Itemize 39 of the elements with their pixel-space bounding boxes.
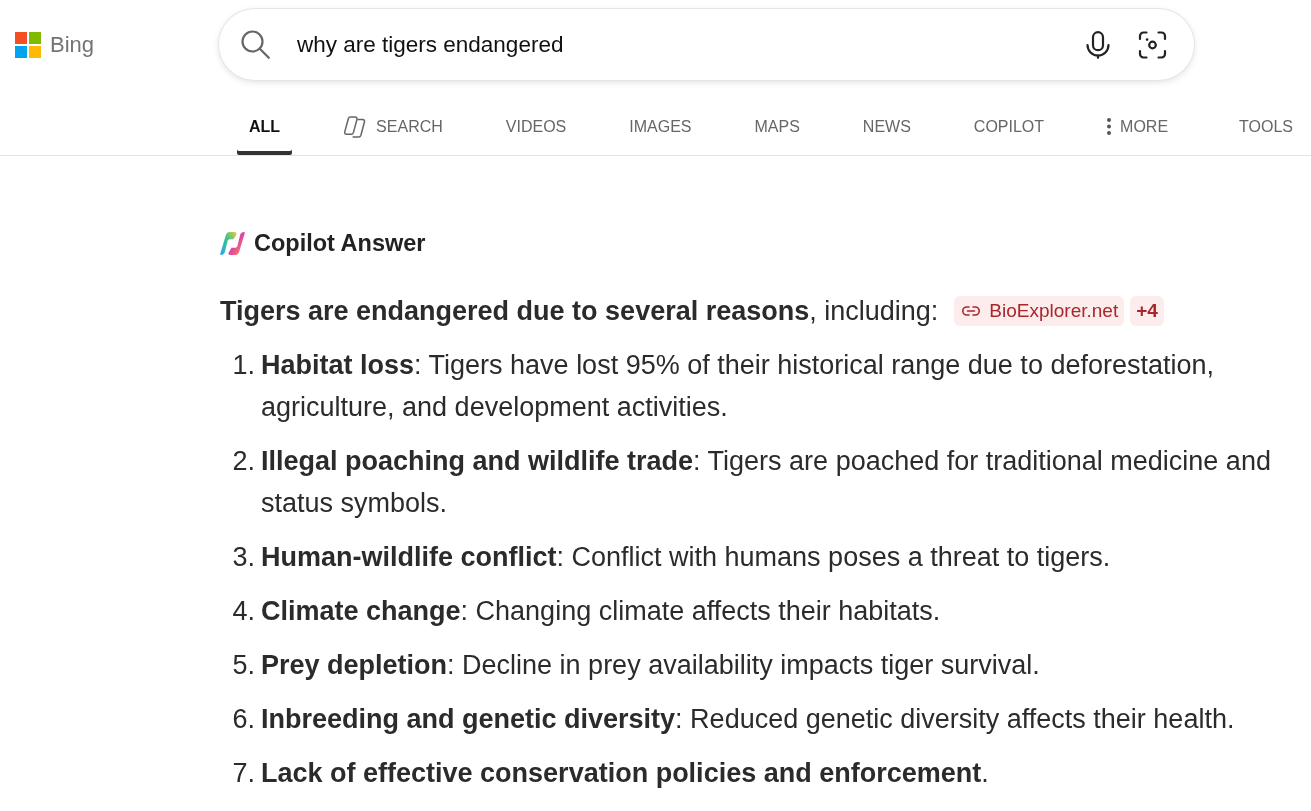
- logo-text: Bing: [50, 31, 95, 58]
- list-number: 2.: [231, 445, 255, 478]
- visual-search-button[interactable]: [1138, 30, 1167, 59]
- list-number: 1.: [231, 349, 255, 382]
- list-number: 5.: [231, 649, 255, 682]
- vertical-dots-icon: [1107, 118, 1112, 135]
- list-number: 6.: [231, 703, 255, 736]
- list-item-text: Lack of effective conservation policies and enforcement.: [261, 757, 990, 790]
- list-number: 4.: [231, 595, 255, 628]
- answer-intro: Tigers are endangered due to several reasons, including:: [220, 295, 939, 328]
- nav-tab[interactable]: ALL: [237, 96, 293, 155]
- gradient-logo-icon: [220, 230, 245, 256]
- list-item-text: Climate change: Changing climate affects their habitats.: [261, 595, 942, 628]
- nav-tab[interactable]: MAPS: [742, 96, 812, 155]
- search-input[interactable]: why are tigers endangered: [297, 29, 1086, 60]
- search-icon: [241, 30, 270, 59]
- source-link[interactable]: BioExplorer.net: [954, 296, 1125, 326]
- microphone-icon: [1086, 30, 1110, 59]
- list-item-text: Prey depletion: Decline in prey availability impacts tiger survival.: [261, 649, 1041, 682]
- overlapping-shapes-icon: [343, 115, 368, 138]
- nav-tab[interactable]: SEARCH: [331, 96, 455, 155]
- nav-tab[interactable]: COPILOT: [961, 96, 1057, 155]
- nav-tab[interactable]: NEWS: [850, 96, 923, 155]
- answer-heading: Copilot Answer: [254, 229, 426, 258]
- list-item-text: Inbreeding and genetic diversity: Reduced genetic diversity affects their health.: [261, 703, 1236, 736]
- more-sources-button[interactable]: +4: [1130, 296, 1164, 326]
- nav-tab[interactable]: MORE: [1095, 96, 1181, 155]
- list-item-text: Human-wildlife conflict: Conflict with humans poses a threat to tigers.: [261, 541, 1112, 574]
- four-squares-logo-icon: [15, 31, 41, 58]
- tools-button[interactable]: TOOLS: [1227, 96, 1305, 155]
- nav-tab[interactable]: VIDEOS: [493, 96, 579, 155]
- list-item-text: Illegal poaching and wildlife trade: Tigers are poached for traditional medicine and status symbols.: [261, 445, 1272, 520]
- visual-search-icon: [1138, 30, 1167, 59]
- voice-search-button[interactable]: [1086, 30, 1110, 59]
- list-number: 7.: [231, 757, 255, 790]
- chain-link-icon: [962, 306, 981, 316]
- nav-tab[interactable]: IMAGES: [617, 96, 704, 155]
- list-number: 3.: [231, 541, 255, 574]
- list-item-text: Habitat loss: Tigers have lost 95% of their historical range due to deforestation, agriculture, and development activities.: [261, 349, 1215, 424]
